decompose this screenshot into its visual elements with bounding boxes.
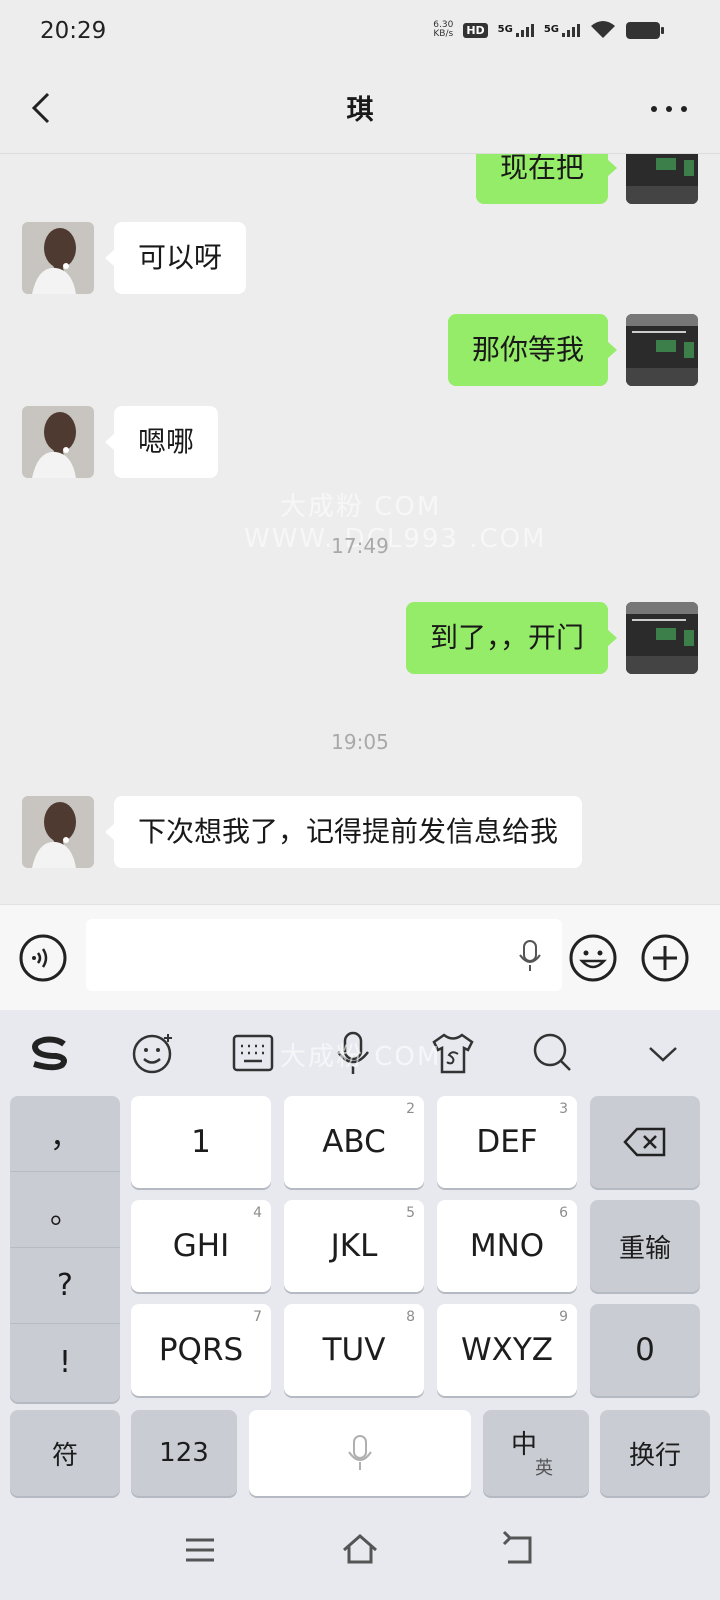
key-number: 8 [406, 1309, 415, 1325]
my-avatar[interactable] [626, 154, 698, 204]
key-number: 4 [253, 1205, 262, 1221]
key-3[interactable]: DEF 3 [437, 1096, 577, 1188]
watermark-line-1: 大成粉 COM [280, 492, 442, 522]
space-mic-icon [348, 1435, 372, 1470]
reinput-key[interactable]: 重输 [590, 1200, 700, 1292]
status-bar: 20:29 6.30 KB/s HD 5G 5G [0, 0, 720, 66]
key-label: JKL [330, 1228, 378, 1264]
key-number: 3 [559, 1101, 568, 1117]
key-5[interactable]: JKL 5 [284, 1200, 424, 1292]
punc-key[interactable]: ? [10, 1248, 120, 1324]
key-label: TUV [322, 1332, 386, 1368]
signal-label: 5G [497, 23, 513, 35]
key-number: 2 [406, 1101, 415, 1117]
signal-icon: 5G [497, 23, 534, 37]
key-number: 7 [253, 1309, 262, 1325]
contact-message-bubble[interactable]: 嗯哪 [104, 406, 219, 478]
key-6[interactable]: MNO 6 [437, 1200, 577, 1292]
status-icons: 6.30 KB/s HD 5G 5G [433, 20, 664, 40]
key-label: DEF [476, 1124, 538, 1160]
add-more-icon[interactable] [640, 933, 690, 983]
chat-title: 琪 [346, 95, 374, 126]
zero-key[interactable]: 0 [590, 1304, 700, 1396]
symbols-key[interactable]: 符 [10, 1410, 120, 1496]
home-nav-icon[interactable] [340, 1530, 380, 1570]
collapse-keyboard-icon[interactable] [640, 1030, 686, 1076]
key-9[interactable]: WXYZ 9 [437, 1304, 577, 1396]
my-avatar[interactable] [626, 602, 698, 674]
message-list[interactable]: 现在把 可以呀 那你等我 嗯哪 大成粉 COM WWW. DCL993 .COM… [0, 154, 720, 904]
key-label: ABC [322, 1124, 386, 1160]
space-key[interactable] [249, 1410, 471, 1496]
wifi-icon [591, 21, 615, 38]
mic-icon[interactable] [518, 939, 542, 973]
numbers-key[interactable]: 123 [131, 1410, 237, 1496]
punc-key[interactable]: ， [10, 1096, 120, 1172]
more-options-icon[interactable] [644, 94, 694, 124]
menu-nav-icon[interactable] [180, 1530, 220, 1570]
status-time: 20:29 [40, 18, 107, 44]
key-number: 6 [559, 1205, 568, 1221]
signal-icon-2: 5G [543, 23, 580, 37]
key-label: 1 [191, 1124, 211, 1160]
voice-input-toggle-icon[interactable] [18, 933, 68, 983]
skin-theme-icon[interactable] [430, 1030, 476, 1076]
my-message-bubble[interactable]: 那你等我 [447, 314, 618, 386]
emoji-panel-icon[interactable] [130, 1030, 176, 1076]
timestamp: 19:05 [331, 730, 389, 754]
lang-sub: 英 [535, 1458, 553, 1479]
net-speed-unit: KB/s [433, 29, 454, 39]
input-bar [0, 904, 720, 1010]
punc-key[interactable]: ! [10, 1324, 120, 1400]
my-message-bubble[interactable]: 到了，，开门 [405, 602, 618, 674]
system-nav-bar [0, 1506, 720, 1600]
back-nav-icon[interactable] [500, 1530, 540, 1570]
key-4[interactable]: GHI 4 [131, 1200, 271, 1292]
ime-toolbar [0, 1010, 720, 1094]
emoji-icon[interactable] [568, 933, 618, 983]
backspace-icon [623, 1127, 666, 1157]
enter-key[interactable]: 换行 [600, 1410, 710, 1496]
key-7[interactable]: PQRS 7 [131, 1304, 271, 1396]
key-2[interactable]: ABC 2 [284, 1096, 424, 1188]
key-label: MNO [469, 1228, 545, 1264]
key-label: PQRS [158, 1332, 244, 1368]
key-label: WXYZ [460, 1332, 554, 1368]
signal-label-2: 5G [543, 23, 559, 35]
battery-icon [626, 21, 664, 39]
key-8[interactable]: TUV 8 [284, 1304, 424, 1396]
lang-main: 中 [511, 1430, 538, 1460]
contact-avatar[interactable] [22, 796, 94, 868]
punc-key[interactable]: 。 [10, 1172, 120, 1248]
net-speed: 6.30 KB/s [433, 21, 453, 39]
message-input[interactable] [86, 919, 562, 991]
contact-avatar[interactable] [22, 222, 94, 294]
punctuation-column[interactable]: ， 。 ? ! [10, 1096, 120, 1402]
key-number: 9 [559, 1309, 568, 1325]
search-icon[interactable] [530, 1030, 576, 1076]
voice-input-icon[interactable] [330, 1030, 376, 1076]
language-switch-key[interactable]: 中 英 [483, 1410, 589, 1496]
contact-message-bubble[interactable]: 下次想我了，记得提前发信息给我 [104, 796, 583, 868]
key-label: GHI [172, 1228, 230, 1264]
my-avatar[interactable] [626, 314, 698, 386]
timestamp: 17:49 [331, 534, 389, 558]
backspace-key[interactable] [590, 1096, 700, 1188]
key-1[interactable]: 1 [131, 1096, 271, 1188]
key-number: 5 [406, 1205, 415, 1221]
keyboard-layout-icon[interactable] [230, 1030, 276, 1076]
chat-header: 琪 [0, 66, 720, 154]
contact-message-bubble[interactable]: 可以呀 [104, 222, 247, 294]
my-message-bubble[interactable]: 现在把 [475, 154, 618, 204]
sogou-logo-icon[interactable] [26, 1030, 72, 1076]
hd-icon: HD [463, 22, 488, 38]
keyboard: 大成粉 COM ， 。 ? ! 1 ABC 2 DEF 3 GHI 4 JKL 5 MN… [0, 1042, 720, 1506]
contact-avatar[interactable] [22, 406, 94, 478]
